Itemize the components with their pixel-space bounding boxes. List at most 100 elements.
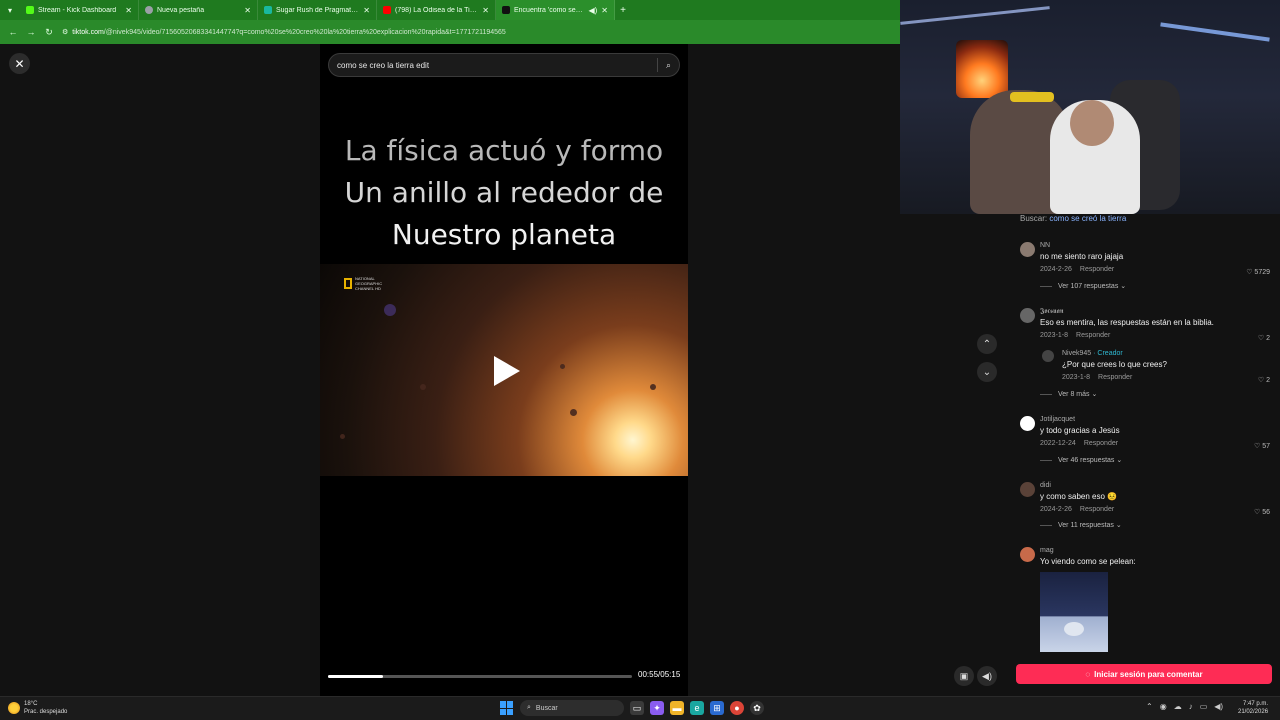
video-player[interactable]: como se creo la tierra edit ⌕ La física … [320, 44, 688, 696]
copilot-icon[interactable]: ✦ [650, 701, 664, 715]
avatar[interactable] [1020, 547, 1035, 562]
comment-user[interactable]: Jotiljacquet [1040, 416, 1075, 423]
weather-widget[interactable]: 18°C Prac. despejado [8, 700, 67, 716]
store-icon[interactable]: ⊞ [710, 701, 724, 715]
avatar[interactable] [1020, 308, 1035, 323]
edge-icon[interactable]: e [690, 701, 704, 715]
back-arrow-icon[interactable]: ← [8, 27, 18, 37]
volume-button[interactable]: ◀) [977, 666, 997, 686]
tab-close-icon[interactable]: ✕ [125, 6, 132, 15]
taskbar-search[interactable]: ⌕ Buscar [520, 700, 624, 716]
video-frame[interactable]: NATIONAL GEOGRAPHIC CHANNEL HD [320, 264, 688, 476]
weather-sun-icon [8, 702, 20, 714]
avatar[interactable] [1020, 242, 1035, 257]
comment-user[interactable]: mag [1040, 547, 1054, 554]
tab-youtube-odisea[interactable]: (798) La Odisea de la Tierra: ¿Cóm ✕ [377, 0, 496, 20]
avatar[interactable] [1020, 416, 1035, 431]
video-search-bar[interactable]: como se creo la tierra edit ⌕ [328, 53, 680, 77]
play-icon[interactable] [494, 356, 520, 386]
search-icon[interactable]: ⌕ [666, 60, 671, 71]
view-replies-button[interactable]: Ver 107 respuestas ⌄ [1040, 282, 1126, 290]
neon-light [1160, 22, 1270, 42]
url-field[interactable]: ⚙ tiktok.com/@nivek945/video/71560520683… [62, 28, 506, 37]
like-count[interactable]: ♡ 2 [1238, 334, 1270, 342]
reply-button[interactable]: Responder [1084, 440, 1118, 447]
view-replies-button[interactable]: Ver 46 respuestas ⌄ [1040, 456, 1122, 464]
avatar[interactable] [1020, 482, 1035, 497]
view-replies-button[interactable]: Ver 11 respuestas ⌄ [1040, 521, 1122, 529]
new-tab-plus-icon[interactable]: + [615, 5, 631, 16]
like-count[interactable]: ♡ 5729 [1238, 268, 1270, 276]
login-button-label: Iniciar sesión para comentar [1094, 669, 1203, 679]
microphone-icon[interactable]: ♪ [1189, 702, 1193, 711]
tab-tiktok-active[interactable]: Encuentra 'como se creo la ◀) ✕ [496, 0, 615, 20]
task-view-icon[interactable]: ▭ [630, 701, 644, 715]
like-count-value: 57 [1262, 443, 1270, 450]
chevron-down-icon: ⌄ [982, 366, 992, 378]
asteroid [560, 364, 565, 369]
caption-line: Nuestro planeta [391, 218, 617, 251]
chrome-icon[interactable]: ● [730, 701, 744, 715]
sleeping-cat [1064, 622, 1084, 636]
close-video-button[interactable]: ✕ [9, 53, 30, 74]
tab-sugar-rush[interactable]: Sugar Rush de Pragmatic Play ✕ [258, 0, 377, 20]
comment-user[interactable]: NN [1040, 242, 1050, 249]
comment-meta: 2024-2-26 Responder [1040, 506, 1114, 513]
replies-dash [1040, 459, 1052, 461]
comment-meta: 2024-2-26 Responder [1040, 266, 1114, 273]
globe-favicon-icon [145, 6, 153, 14]
comment-user[interactable]: Nivek945 · Creador [1062, 350, 1123, 357]
comment-meta: 2023-1-8 Responder [1062, 374, 1132, 381]
search-keyword-link[interactable]: como se creó la tierra [1049, 214, 1126, 223]
comment-gif[interactable] [1040, 572, 1108, 652]
speaker-icon[interactable]: ◀) [1214, 702, 1223, 711]
tab-new-tab[interactable]: Nueva pestaña ✕ [139, 0, 258, 20]
tray-app-icon[interactable]: ◉ [1160, 702, 1167, 711]
comment-user[interactable]: didi [1040, 482, 1051, 489]
windows-start-icon[interactable] [500, 701, 514, 715]
tab-title: Nueva pestaña [157, 6, 205, 14]
like-count[interactable]: ♡ 56 [1238, 508, 1270, 516]
creator-badge: · Creador [1093, 350, 1123, 357]
reply-button[interactable]: Responder [1080, 266, 1114, 273]
reply-button[interactable]: Responder [1098, 374, 1132, 381]
caption-line: Un anillo al rededor de [344, 176, 664, 209]
file-explorer-icon[interactable]: ▬ [670, 701, 684, 715]
tray-chevron-up-icon[interactable]: ⌃ [1146, 702, 1153, 711]
avatar[interactable] [1042, 350, 1054, 362]
search-input[interactable]: como se creo la tierra edit [337, 61, 657, 70]
video-progress-bar[interactable] [328, 675, 632, 678]
tab-close-icon[interactable]: ✕ [482, 6, 489, 15]
previous-video-button[interactable]: ⌃ [977, 334, 997, 354]
clock-time: 7:47 p.m. [1243, 701, 1269, 707]
display-icon[interactable]: ▭ [1200, 702, 1208, 711]
taskbar-search-label: Buscar [535, 704, 558, 712]
webcam-overlay [900, 0, 1280, 214]
tab-close-icon[interactable]: ✕ [244, 6, 251, 15]
tab-close-icon[interactable]: ✕ [601, 6, 608, 15]
tab-audio-icon[interactable]: ◀) [588, 6, 597, 15]
video-time: 00:55/05:15 [638, 670, 681, 679]
casino-favicon-icon [264, 6, 272, 14]
login-to-comment-button[interactable]: ◌ Iniciar sesión para comentar [1016, 664, 1272, 684]
app-icon[interactable]: ✿ [750, 701, 764, 715]
tiktok-page: ✕ como se creo la tierra edit ⌕ La físic… [0, 44, 997, 696]
reply-button[interactable]: Responder [1076, 332, 1110, 339]
like-count[interactable]: ♡ 2 [1238, 376, 1270, 384]
like-count[interactable]: ♡ 57 [1238, 442, 1270, 450]
next-video-button[interactable]: ⌄ [977, 362, 997, 382]
chevron-up-icon: ⌃ [982, 338, 992, 350]
view-more-button[interactable]: Ver 8 más ⌄ [1040, 390, 1097, 398]
reload-icon[interactable]: ↻ [44, 27, 54, 38]
forward-arrow-icon[interactable]: → [26, 27, 36, 37]
tab-kick-dashboard[interactable]: Stream - Kick Dashboard ✕ [20, 0, 139, 20]
miniplayer-button[interactable]: ▣ [954, 666, 974, 686]
tray-cloud-icon[interactable]: ☁ [1174, 702, 1182, 711]
tab-search-menu-icon[interactable]: ▾ [0, 0, 20, 20]
tab-close-icon[interactable]: ✕ [363, 6, 370, 15]
site-info-icon[interactable]: ⚙ [62, 28, 68, 36]
reply-button[interactable]: Responder [1080, 506, 1114, 513]
screen: ▾ Stream - Kick Dashboard ✕ Nueva pestañ… [0, 0, 1280, 720]
taskbar-clock[interactable]: 7:47 p.m. 21/02/2026 [1238, 700, 1268, 716]
comment-user[interactable]: 𝕵𝖔𝖈𝖘𝖚𝖆𝖓 [1040, 308, 1064, 316]
